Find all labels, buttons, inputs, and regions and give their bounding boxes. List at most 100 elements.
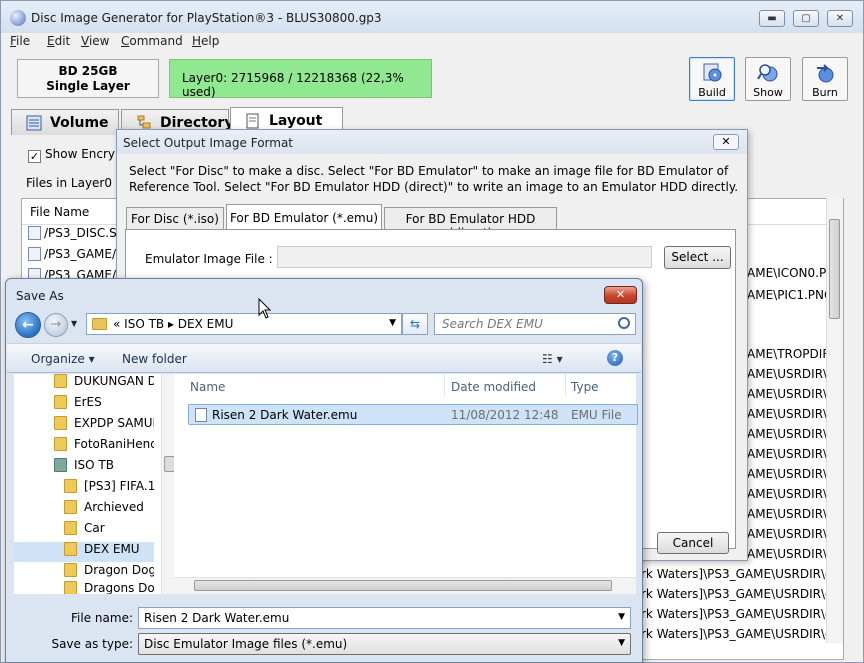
list-item-path: AME\USRDIR\d: [747, 547, 835, 561]
tab-for-disc[interactable]: For Disc (*.iso): [126, 207, 224, 229]
close-button[interactable]: ✕: [827, 10, 853, 27]
tree-item[interactable]: ErES: [14, 395, 154, 415]
file-list-scroll-thumb[interactable]: [829, 219, 840, 319]
list-item-path: AME\USRDIR\d: [747, 527, 835, 541]
minimize-button[interactable]: ▬: [759, 10, 785, 27]
file-name-value: Risen 2 Dark Water.emu: [144, 611, 290, 625]
back-arrow-icon[interactable]: ←: [15, 312, 41, 338]
list-item-path: AME\ICON0.PN: [747, 266, 836, 280]
tree-item[interactable]: Car: [14, 521, 154, 541]
layout-page-icon: [246, 113, 259, 129]
show-encrypted-label: Show Encryp: [45, 147, 123, 161]
tree-item[interactable]: EXPDP SAMUB: [14, 416, 154, 436]
column-divider[interactable]: [565, 374, 566, 396]
show-button[interactable]: Show: [745, 57, 791, 101]
folder-icon: [92, 318, 107, 330]
menu-edit[interactable]: Edit: [47, 34, 70, 48]
tree-item[interactable]: Dragons Dog: [14, 581, 154, 594]
list-item-path: rk Waters]\PS3_GAME\USRDIR\d: [641, 607, 833, 621]
tree-item-selected[interactable]: DEX EMU: [14, 542, 154, 562]
magnifier-disc-icon: [757, 64, 778, 82]
date-modified-column-header[interactable]: Date modified: [451, 380, 536, 394]
folder-icon: [64, 581, 77, 594]
file-date: 11/08/2012 12:48: [451, 408, 559, 422]
select-file-button[interactable]: Select ...: [664, 246, 731, 269]
menu-view[interactable]: View: [81, 34, 109, 48]
chevron-down-icon[interactable]: ▼: [618, 638, 625, 648]
menu-file[interactable]: File: [10, 34, 30, 48]
column-divider[interactable]: [444, 374, 445, 396]
refresh-icon[interactable]: ⇆: [402, 313, 428, 335]
file-name-column[interactable]: File Name: [30, 205, 89, 219]
tab-volume[interactable]: Volume: [11, 109, 119, 135]
list-item[interactable]: /PS3_DISC.S: [28, 226, 117, 240]
organize-button[interactable]: Organize ▾: [31, 352, 95, 366]
tab-for-bd-emulator[interactable]: For BD Emulator (*.emu): [226, 204, 382, 229]
library-icon: [54, 458, 67, 472]
file-name-label: File name:: [71, 611, 133, 625]
maximize-button[interactable]: ▢: [793, 10, 819, 27]
table-row[interactable]: Risen 2 Dark Water.emu 11/08/2012 12:48 …: [188, 404, 638, 425]
tab-for-bd-emulator-hdd[interactable]: For BD Emulator HDD (direct): [384, 207, 557, 240]
tree-item[interactable]: [PS3] FIFA.12: [14, 479, 154, 499]
type-column-header[interactable]: Type: [571, 380, 599, 394]
new-folder-button[interactable]: New folder: [122, 352, 187, 366]
layer-usage-status: Layer0: 2715968 / 12218368 (22,3% used): [169, 59, 432, 99]
menu-help[interactable]: Help: [192, 34, 219, 48]
search-input[interactable]: Search DEX EMU: [434, 313, 636, 335]
output-format-title-bar[interactable]: Select Output Image Format ✕: [117, 130, 747, 154]
list-item-path: AME\TROPDIR: [747, 347, 831, 361]
main-window-title: Disc Image Generator for PlayStation®3 -…: [31, 11, 382, 25]
list-item-path: rk Waters]\PS3_GAME\USRDIR\d: [641, 627, 833, 641]
save-as-type-select[interactable]: Disc Emulator Image files (*.emu) ▼: [138, 633, 631, 655]
list-item-path: AME\USRDIR\d: [747, 367, 835, 381]
file-name-input[interactable]: Risen 2 Dark Water.emu ▼: [138, 607, 631, 629]
save-as-dialog: Save As ✕ ← → ▼ « ISO TB ▸ DEX EMU ▼ ⇆ S…: [5, 278, 643, 663]
tree-item[interactable]: Archieved: [14, 500, 154, 520]
output-format-title: Select Output Image Format: [123, 136, 294, 150]
folder-icon: [64, 563, 77, 577]
output-format-close-button[interactable]: ✕: [713, 134, 739, 150]
file-list[interactable]: Name Date modified Type Risen 2 Dark Wat…: [174, 374, 638, 594]
folder-icon: [64, 500, 77, 514]
disc-layer-label: Single Layer: [46, 79, 130, 93]
file-icon: [195, 408, 207, 422]
show-label: Show: [753, 86, 783, 99]
chevron-down-icon[interactable]: ▼: [389, 318, 396, 328]
help-icon[interactable]: ?: [607, 350, 623, 366]
name-column-header[interactable]: Name: [190, 380, 225, 394]
build-button[interactable]: Build: [689, 57, 735, 101]
folder-icon: [54, 416, 67, 430]
show-encrypted-checkbox[interactable]: ✓ Show Encryp: [28, 147, 123, 163]
folder-tree[interactable]: DUKUNGAN DA ErES EXPDP SAMUB FotoRaniHen…: [14, 374, 177, 594]
address-bar[interactable]: « ISO TB ▸ DEX EMU ▼: [86, 313, 402, 335]
list-item-path: rk Waters]\PS3_GAME\USRDIR\d: [641, 567, 833, 581]
tree-item[interactable]: FotoRaniHendr: [14, 437, 154, 457]
save-as-close-button[interactable]: ✕: [604, 286, 637, 304]
burn-button[interactable]: Burn: [802, 57, 848, 101]
view-options-icon[interactable]: ☷ ▾: [542, 352, 563, 366]
file-type: EMU File: [571, 408, 622, 422]
tree-item[interactable]: ISO TB: [14, 458, 154, 478]
build-icon: [703, 63, 722, 82]
emulator-image-file-field[interactable]: [277, 246, 652, 268]
folder-icon: [64, 521, 77, 535]
tab-volume-label: Volume: [50, 115, 109, 131]
tree-item[interactable]: Dragon Dogr: [14, 563, 154, 583]
tree-item[interactable]: DUKUNGAN DA: [14, 374, 154, 394]
main-title-bar[interactable]: Disc Image Generator for PlayStation®3 -…: [1, 1, 863, 33]
mouse-cursor-icon: [258, 298, 272, 319]
recent-locations-chevron-icon[interactable]: ▼: [71, 319, 77, 328]
emulator-image-file-label: Emulator Image File :: [145, 252, 273, 266]
chevron-down-icon[interactable]: ▼: [618, 612, 625, 622]
cancel-button[interactable]: Cancel: [657, 532, 729, 554]
files-in-layer-label: Files in Layer0 a: [26, 176, 124, 190]
list-item[interactable]: /PS3_GAME/: [28, 247, 116, 261]
command-bar: Organize ▾ New folder ☷ ▾ ?: [7, 343, 641, 373]
file-list-hscroll-thumb[interactable]: [194, 580, 612, 591]
menu-command[interactable]: Command: [121, 34, 183, 48]
list-item-path: AME\USRDIR\d: [747, 447, 835, 461]
forward-arrow-icon[interactable]: →: [44, 313, 68, 337]
menu-bar: File Edit View Command Help: [1, 33, 863, 51]
address-path: « ISO TB ▸ DEX EMU: [113, 317, 234, 331]
